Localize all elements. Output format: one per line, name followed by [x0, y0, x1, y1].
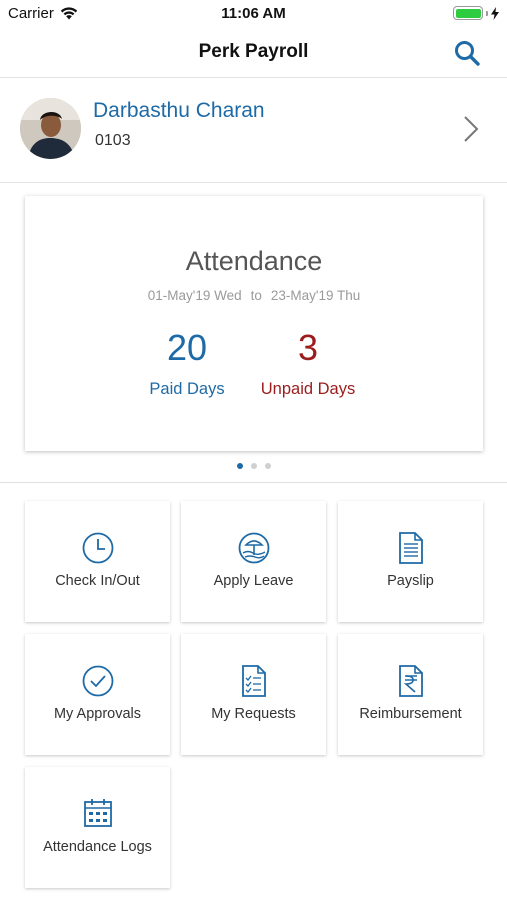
tile-label: Check In/Out	[55, 573, 140, 589]
page-indicator[interactable]	[0, 463, 507, 469]
tile-label: Attendance Logs	[43, 839, 152, 855]
unpaid-days-stat: 3 Unpaid Days	[238, 326, 378, 399]
clock-icon	[82, 532, 113, 564]
document-icon	[398, 532, 423, 564]
page-title: Perk Payroll	[198, 41, 309, 62]
charging-bolt-icon	[491, 6, 499, 20]
date-separator: to	[250, 288, 262, 303]
date-from: 01-May'19 Wed	[147, 288, 242, 303]
rupee-document-icon	[398, 665, 423, 697]
status-bar: Carrier 11:06 AM	[0, 0, 507, 28]
attendance-date-range: 01-May'19 Wed to 23-May'19 Thu	[25, 288, 483, 303]
status-time: 11:06 AM	[221, 5, 286, 22]
tile-payslip[interactable]: Payslip	[338, 501, 483, 622]
avatar	[20, 98, 81, 159]
tile-apply-leave[interactable]: Apply Leave	[181, 501, 326, 622]
tile-label: Reimbursement	[359, 706, 462, 722]
section-divider	[0, 482, 507, 483]
page-dot[interactable]	[250, 463, 257, 469]
battery-icon	[453, 6, 483, 20]
calendar-icon	[83, 799, 112, 827]
nav-bar: Perk Payroll	[0, 28, 507, 78]
tile-label: Apply Leave	[213, 573, 294, 589]
tile-label: Payslip	[387, 573, 434, 589]
attendance-card[interactable]: Attendance 01-May'19 Wed to 23-May'19 Thu …	[25, 196, 483, 451]
profile-name: Darbasthu Charan	[93, 99, 265, 122]
beach-icon	[238, 532, 269, 564]
tile-my-requests[interactable]: My Requests	[181, 634, 326, 755]
chevron-right-icon	[464, 116, 479, 142]
paid-days-label: Paid Days	[149, 380, 225, 398]
unpaid-days-label: Unpaid Days	[260, 380, 356, 398]
tile-check-in-out[interactable]: Check In/Out	[25, 501, 170, 622]
tile-my-approvals[interactable]: My Approvals	[25, 634, 170, 755]
tile-reimbursement[interactable]: Reimbursement	[338, 634, 483, 755]
profile-row[interactable]: Darbasthu Charan 0103	[0, 79, 507, 183]
search-icon[interactable]	[453, 39, 481, 67]
battery-indicator	[453, 6, 499, 20]
employee-id: 0103	[95, 132, 131, 149]
checklist-icon	[241, 665, 266, 697]
tile-label: My Requests	[211, 706, 296, 722]
page-dot[interactable]	[264, 463, 271, 469]
attendance-title: Attendance	[185, 246, 323, 276]
tile-attendance-logs[interactable]: Attendance Logs	[25, 767, 170, 888]
page-dot[interactable]	[236, 463, 243, 469]
checkmark-circle-icon	[82, 665, 113, 697]
paid-days-value: 20	[166, 327, 208, 368]
date-to: 23-May'19 Thu	[270, 288, 361, 303]
tile-label: My Approvals	[53, 706, 142, 722]
paid-days-stat: 20 Paid Days	[117, 326, 257, 399]
unpaid-days-value: 3	[297, 327, 319, 368]
